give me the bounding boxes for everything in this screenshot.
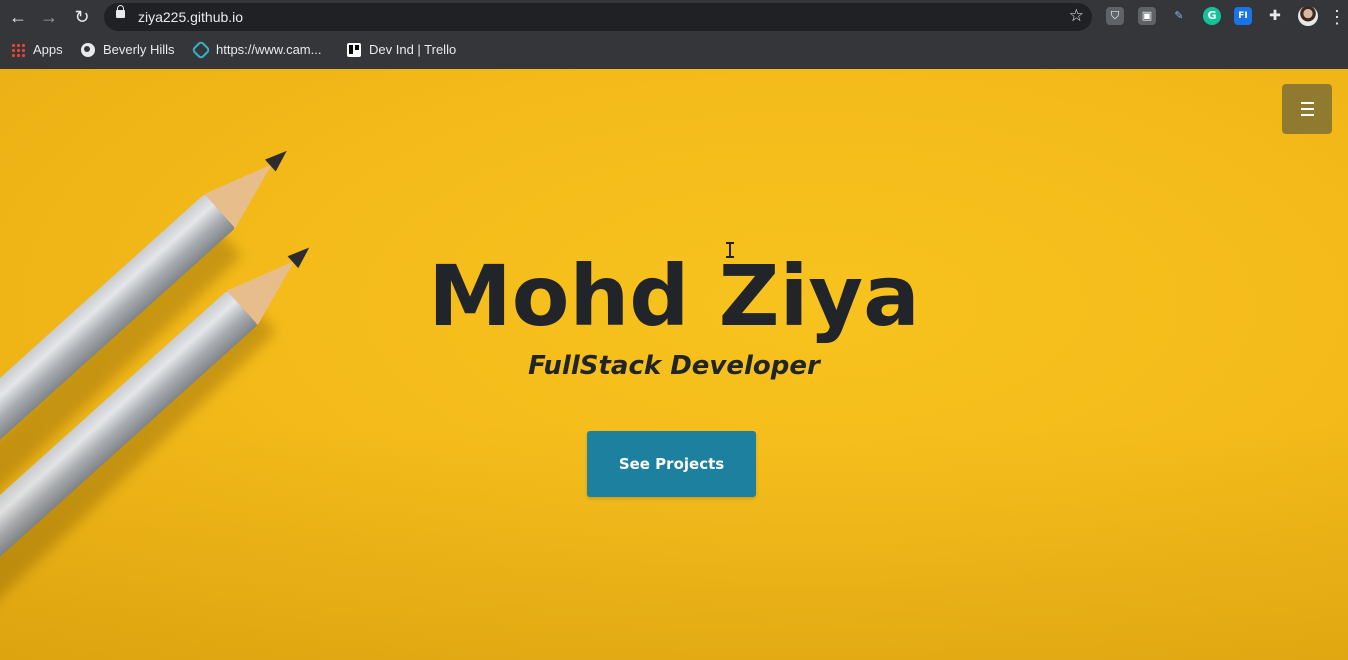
chrome-menu-icon[interactable]: ⋮ [1327, 5, 1347, 29]
puzzle-extension-icon[interactable]: ✚ [1266, 7, 1284, 25]
bookmark-beverly-hills[interactable]: Beverly Hills [81, 42, 175, 57]
page-title: Mohd Ziya [428, 247, 920, 345]
profile-avatar[interactable] [1298, 6, 1318, 26]
hamburger-menu-button[interactable] [1282, 84, 1332, 134]
cast-extension-icon[interactable]: ▣ [1138, 7, 1156, 25]
browser-toolbar: ← → ↻ ziya225.github.io ☆ ⛉ ▣ ✎ G FI ✚ ⋮ [0, 0, 1348, 34]
bookmark-label: Apps [33, 42, 63, 57]
menu-bar-icon [1301, 114, 1314, 116]
text-cursor-icon [726, 242, 734, 258]
cam-site-icon [191, 39, 211, 60]
bookmark-apps[interactable]: Apps [11, 42, 63, 57]
menu-bar-icon [1301, 102, 1314, 104]
fi-extension-icon[interactable]: FI [1234, 7, 1252, 25]
lock-icon [116, 5, 125, 18]
see-projects-button[interactable]: See Projects [587, 431, 756, 497]
bookmark-trello[interactable]: Dev Ind | Trello [347, 42, 456, 57]
back-button[interactable]: ← [6, 5, 30, 29]
hero-section: Mohd Ziya FullStack Developer See Projec… [0, 69, 1348, 660]
forward-button[interactable]: → [37, 5, 61, 29]
bookmark-star-icon[interactable]: ☆ [1069, 6, 1084, 26]
reload-button[interactable]: ↻ [70, 5, 94, 29]
grammarly-extension-icon[interactable]: G [1203, 7, 1221, 25]
bookmark-cam[interactable]: https://www.cam... [191, 39, 322, 60]
pen-extension-icon[interactable]: ✎ [1170, 7, 1188, 25]
bookmark-label: Dev Ind | Trello [369, 42, 457, 57]
trello-icon [347, 42, 361, 57]
bookmark-label: https://www.cam... [216, 42, 322, 57]
apps-grid-icon [11, 42, 25, 57]
url-text[interactable]: ziya225.github.io [138, 9, 243, 25]
bookmark-label: Beverly Hills [103, 42, 175, 57]
shield-extension-icon[interactable]: ⛉ [1106, 7, 1124, 25]
address-bar[interactable]: ziya225.github.io ☆ [104, 3, 1092, 31]
bookmarks-bar: Apps Beverly Hills https://www.cam... De… [0, 34, 1348, 70]
menu-bar-icon [1301, 108, 1314, 110]
globe-icon [81, 42, 95, 57]
page-subtitle: FullStack Developer [528, 351, 820, 381]
